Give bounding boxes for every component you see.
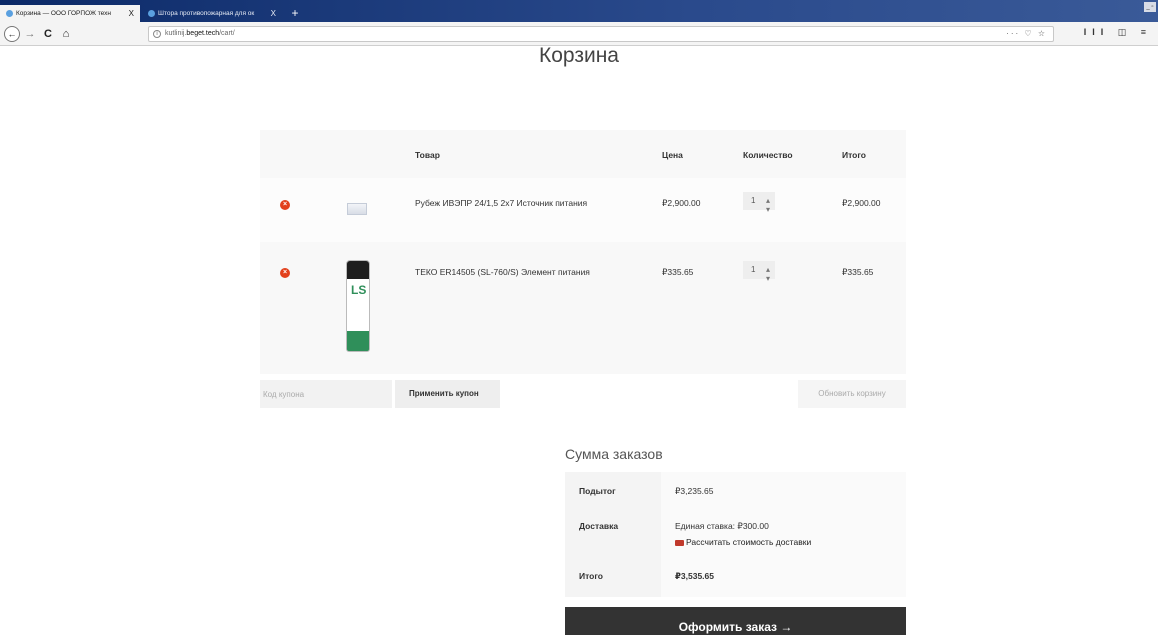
site-favicon-icon xyxy=(6,10,13,17)
product-name-link[interactable]: Рубеж ИВЭПР 24/1,5 2х7 Источник питания xyxy=(415,198,587,208)
total-label: Итого xyxy=(565,557,661,597)
url-text: kutlinij.beget.tech/cart/ xyxy=(165,27,235,41)
cart-table-header: Товар Цена Количество Итого xyxy=(260,130,906,178)
page-actions-icons[interactable]: ··· ♡ ☆ xyxy=(1006,27,1047,41)
quantity-stepper[interactable]: 1 ▴ ▾ xyxy=(743,192,775,214)
address-bar[interactable]: i kutlinij.beget.tech/cart/ ··· ♡ ☆ xyxy=(148,26,1054,42)
new-tab-button[interactable]: + xyxy=(288,5,302,22)
battery-icon[interactable]: LS xyxy=(346,260,370,352)
power-supply-icon[interactable] xyxy=(347,203,367,215)
page-title: Корзина xyxy=(539,44,619,67)
info-icon[interactable]: i xyxy=(153,30,161,38)
totals-shipping-row: Доставка Единая ставка: ₽300.00 Рассчита… xyxy=(565,507,906,557)
close-tab-icon[interactable]: X xyxy=(271,5,276,22)
checkout-button[interactable]: Оформить заказ → xyxy=(565,607,906,635)
product-subtotal: ₽335.65 xyxy=(842,267,874,277)
tab-curtain[interactable]: Штора противопожарная для ок X xyxy=(142,5,282,22)
close-tab-icon[interactable]: X xyxy=(129,5,134,22)
remove-item-icon[interactable]: × xyxy=(280,268,290,278)
shipping-cell: Единая ставка: ₽300.00 Рассчитать стоимо… xyxy=(661,507,906,557)
spinner-icon[interactable]: ▴ ▾ xyxy=(766,265,770,283)
window-controls[interactable]: _ ▫ xyxy=(1144,2,1156,12)
tab-cart[interactable]: Корзина — ООО ГОРПОЖ техн X xyxy=(0,5,140,22)
cart-table: Товар Цена Количество Итого × Рубеж ИВЭП… xyxy=(260,130,906,374)
cart-item-row: × Рубеж ИВЭПР 24/1,5 2х7 Источник питани… xyxy=(260,178,906,242)
back-button[interactable]: ← xyxy=(4,26,20,42)
product-price: ₽2,900.00 xyxy=(662,198,701,208)
cart-actions: Применить купон Обновить корзину xyxy=(260,380,906,420)
header-product: Товар xyxy=(415,150,440,160)
quantity-value: 1 xyxy=(751,196,756,205)
update-cart-button[interactable]: Обновить корзину xyxy=(798,380,906,408)
header-total: Итого xyxy=(842,150,866,160)
quantity-value: 1 xyxy=(751,265,756,274)
header-price: Цена xyxy=(662,150,683,160)
cart-totals-title: Сумма заказов xyxy=(565,446,663,462)
header-quantity: Количество xyxy=(743,150,793,160)
total-value: ₽3,535.65 xyxy=(661,557,906,597)
battery-label: LS xyxy=(351,283,367,297)
quantity-stepper[interactable]: 1 ▴ ▾ xyxy=(743,261,775,283)
apply-coupon-button[interactable]: Применить купон xyxy=(395,380,500,408)
spinner-icon[interactable]: ▴ ▾ xyxy=(766,196,770,214)
toolbar-right-icons[interactable]: III ◫ ≡ xyxy=(1084,27,1152,38)
remove-item-icon[interactable]: × xyxy=(280,200,290,210)
product-price: ₽335.65 xyxy=(662,267,694,277)
calculate-shipping-label: Рассчитать стоимость доставки xyxy=(686,537,812,547)
totals-subtotal-row: Подытог ₽3,235.65 xyxy=(565,472,906,507)
cart-actions-row: Применить купон Обновить корзину xyxy=(260,380,906,420)
subtotal-label: Подытог xyxy=(565,472,661,507)
tab-title: Штора противопожарная для ок xyxy=(158,10,255,17)
home-button[interactable]: ⌂ xyxy=(58,26,74,42)
tab-title: Корзина — ООО ГОРПОЖ техн xyxy=(16,10,111,17)
url-domain: beget.tech xyxy=(186,30,220,37)
calculate-shipping-link[interactable]: Рассчитать стоимость доставки xyxy=(675,537,906,547)
product-subtotal: ₽2,900.00 xyxy=(842,198,881,208)
totals-total-row: Итого ₽3,535.65 xyxy=(565,557,906,597)
navigation-toolbar: ← → C ⌂ i kutlinij.beget.tech/cart/ ··· … xyxy=(0,22,1158,46)
cart-totals-table: Подытог ₽3,235.65 Доставка Единая ставка… xyxy=(565,472,906,597)
forward-button[interactable]: → xyxy=(22,26,38,42)
tab-bar: Корзина — ООО ГОРПОЖ техн X Штора против… xyxy=(0,0,1158,22)
reload-button[interactable]: C xyxy=(40,26,56,42)
truck-icon xyxy=(675,539,684,546)
url-path: /cart/ xyxy=(219,30,235,37)
coupon-code-input[interactable] xyxy=(260,380,392,408)
cart-item-row: × LS ТЕКО ER14505 (SL-760/S) Элемент пит… xyxy=(260,242,906,374)
shipping-label: Доставка xyxy=(565,507,661,557)
shipping-rate: Единая ставка: ₽300.00 xyxy=(675,521,769,531)
site-favicon-icon xyxy=(148,10,155,17)
url-prefix: kutlinij. xyxy=(165,30,187,37)
product-name-link[interactable]: ТЕКО ER14505 (SL-760/S) Элемент питания xyxy=(415,267,590,277)
subtotal-value: ₽3,235.65 xyxy=(661,472,906,507)
